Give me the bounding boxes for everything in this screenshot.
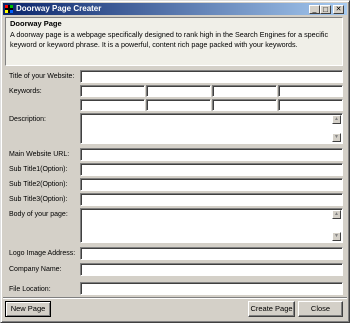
title-input[interactable] [80,70,343,83]
keyword-input-1[interactable] [80,85,145,97]
keywords-label: Keywords: [9,88,42,95]
subtitle3-input[interactable] [80,193,343,206]
close-window-button[interactable]: ✕ [333,5,344,14]
scroll-down-icon[interactable]: ▼ [332,232,341,241]
close-button[interactable]: Close [298,301,343,317]
file-location-label: File Location: [9,286,51,293]
keyword-input-3[interactable] [212,85,277,97]
body-textarea[interactable]: ▲ ▼ [80,208,343,243]
bottom-divider [3,297,347,299]
title-bar[interactable]: Doorway Page Creater _ □ ✕ [3,3,347,15]
logo-input[interactable] [80,247,343,260]
keyword-input-8[interactable] [278,99,343,111]
keyword-input-5[interactable] [80,99,145,111]
scroll-up-icon[interactable]: ▲ [332,210,341,219]
company-label: Company Name: [9,266,62,273]
info-panel: Doorway Page A doorway page is a webpage… [5,17,343,66]
subtitle3-label: Sub Title3(Option): [9,196,68,203]
scroll-down-icon[interactable]: ▼ [332,133,341,142]
create-page-button[interactable]: Create Page [248,301,295,317]
new-page-button[interactable]: New Page [5,301,51,317]
keyword-input-2[interactable] [146,85,211,97]
title-label: Title of your Website: [9,73,75,80]
window-title: Doorway Page Creater [16,4,102,13]
subtitle2-input[interactable] [80,178,343,191]
scroll-up-icon[interactable]: ▲ [332,115,341,124]
subtitle2-label: Sub Title2(Option): [9,181,68,188]
body-label: Body of your page: [9,211,68,218]
description-label: Description: [9,116,46,123]
logo-label: Logo Image Address: [9,250,76,257]
maximize-button[interactable]: □ [320,5,331,14]
keyword-input-7[interactable] [212,99,277,111]
keyword-input-6[interactable] [146,99,211,111]
subtitle1-label: Sub Title1(Option): [9,166,68,173]
info-title: Doorway Page [10,19,62,28]
company-input[interactable] [80,263,343,276]
doorway-page-creater-window: Doorway Page Creater _ □ ✕ Doorway Page … [0,0,350,323]
subtitle1-input[interactable] [80,163,343,176]
description-textarea[interactable]: ▲ ▼ [80,113,343,144]
app-icon [5,5,13,13]
minimize-button[interactable]: _ [309,5,320,14]
file-location-input[interactable] [80,282,343,295]
main-url-label: Main Website URL: [9,151,70,158]
info-description: A doorway page is a webpage specifically… [10,30,329,49]
keyword-input-4[interactable] [278,85,343,97]
main-url-input[interactable] [80,148,343,161]
